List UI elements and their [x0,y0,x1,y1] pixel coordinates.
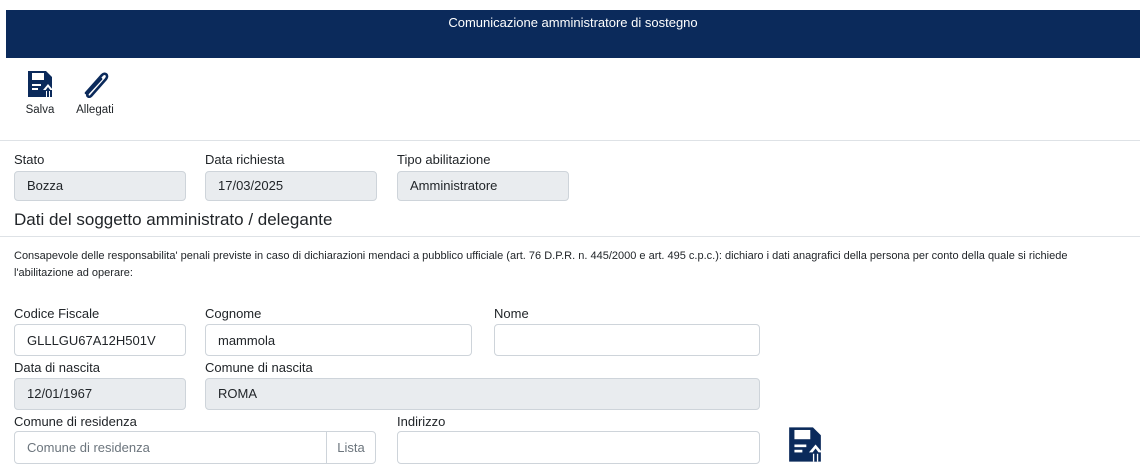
section-title: Dati del soggetto amministrato / delegan… [14,210,333,229]
data-richiesta-label: Data richiesta [205,152,285,167]
lista-button[interactable]: Lista [326,431,376,464]
attachments-button[interactable]: Allegati [70,70,120,116]
nome-input[interactable] [494,324,760,356]
comune-residenza-label: Comune di residenza [14,414,137,429]
save-icon [789,427,823,462]
stato-label: Stato [14,152,45,167]
window-title-bar: Comunicazione amministratore di sostegno [6,10,1140,58]
section-divider [0,236,1140,237]
tipo-abilitazione-label: Tipo abilitazione [397,152,491,167]
save-button[interactable]: Salva [15,70,65,116]
nome-label: Nome [494,306,529,321]
indirizzo-input[interactable] [397,431,760,464]
comune-residenza-input[interactable] [14,431,327,464]
data-nascita-label: Data di nascita [14,360,100,375]
comune-nascita-field: ROMA [205,378,760,410]
tipo-abilitazione-field: Amministratore [397,171,569,201]
cognome-input[interactable] [205,324,472,356]
comune-nascita-label: Comune di nascita [205,360,313,375]
cognome-label: Cognome [205,306,262,321]
data-nascita-field: 12/01/1967 [14,378,186,410]
codice-fiscale-label: Codice Fiscale [14,306,100,321]
stato-field: Bozza [14,171,186,201]
paperclip-icon [84,72,109,98]
data-richiesta-field: 17/03/2025 [205,171,377,201]
declaration-note: Consapevole delle responsabilita' penali… [14,250,1068,279]
indirizzo-label: Indirizzo [397,414,446,429]
divider [0,140,1140,141]
save-address-button[interactable] [787,426,823,468]
save-icon [28,71,53,97]
codice-fiscale-input[interactable] [14,324,186,356]
save-label: Salva [25,104,55,116]
window-title: Comunicazione amministratore di sostegno [448,15,698,30]
attachments-label: Allegati [76,104,114,116]
